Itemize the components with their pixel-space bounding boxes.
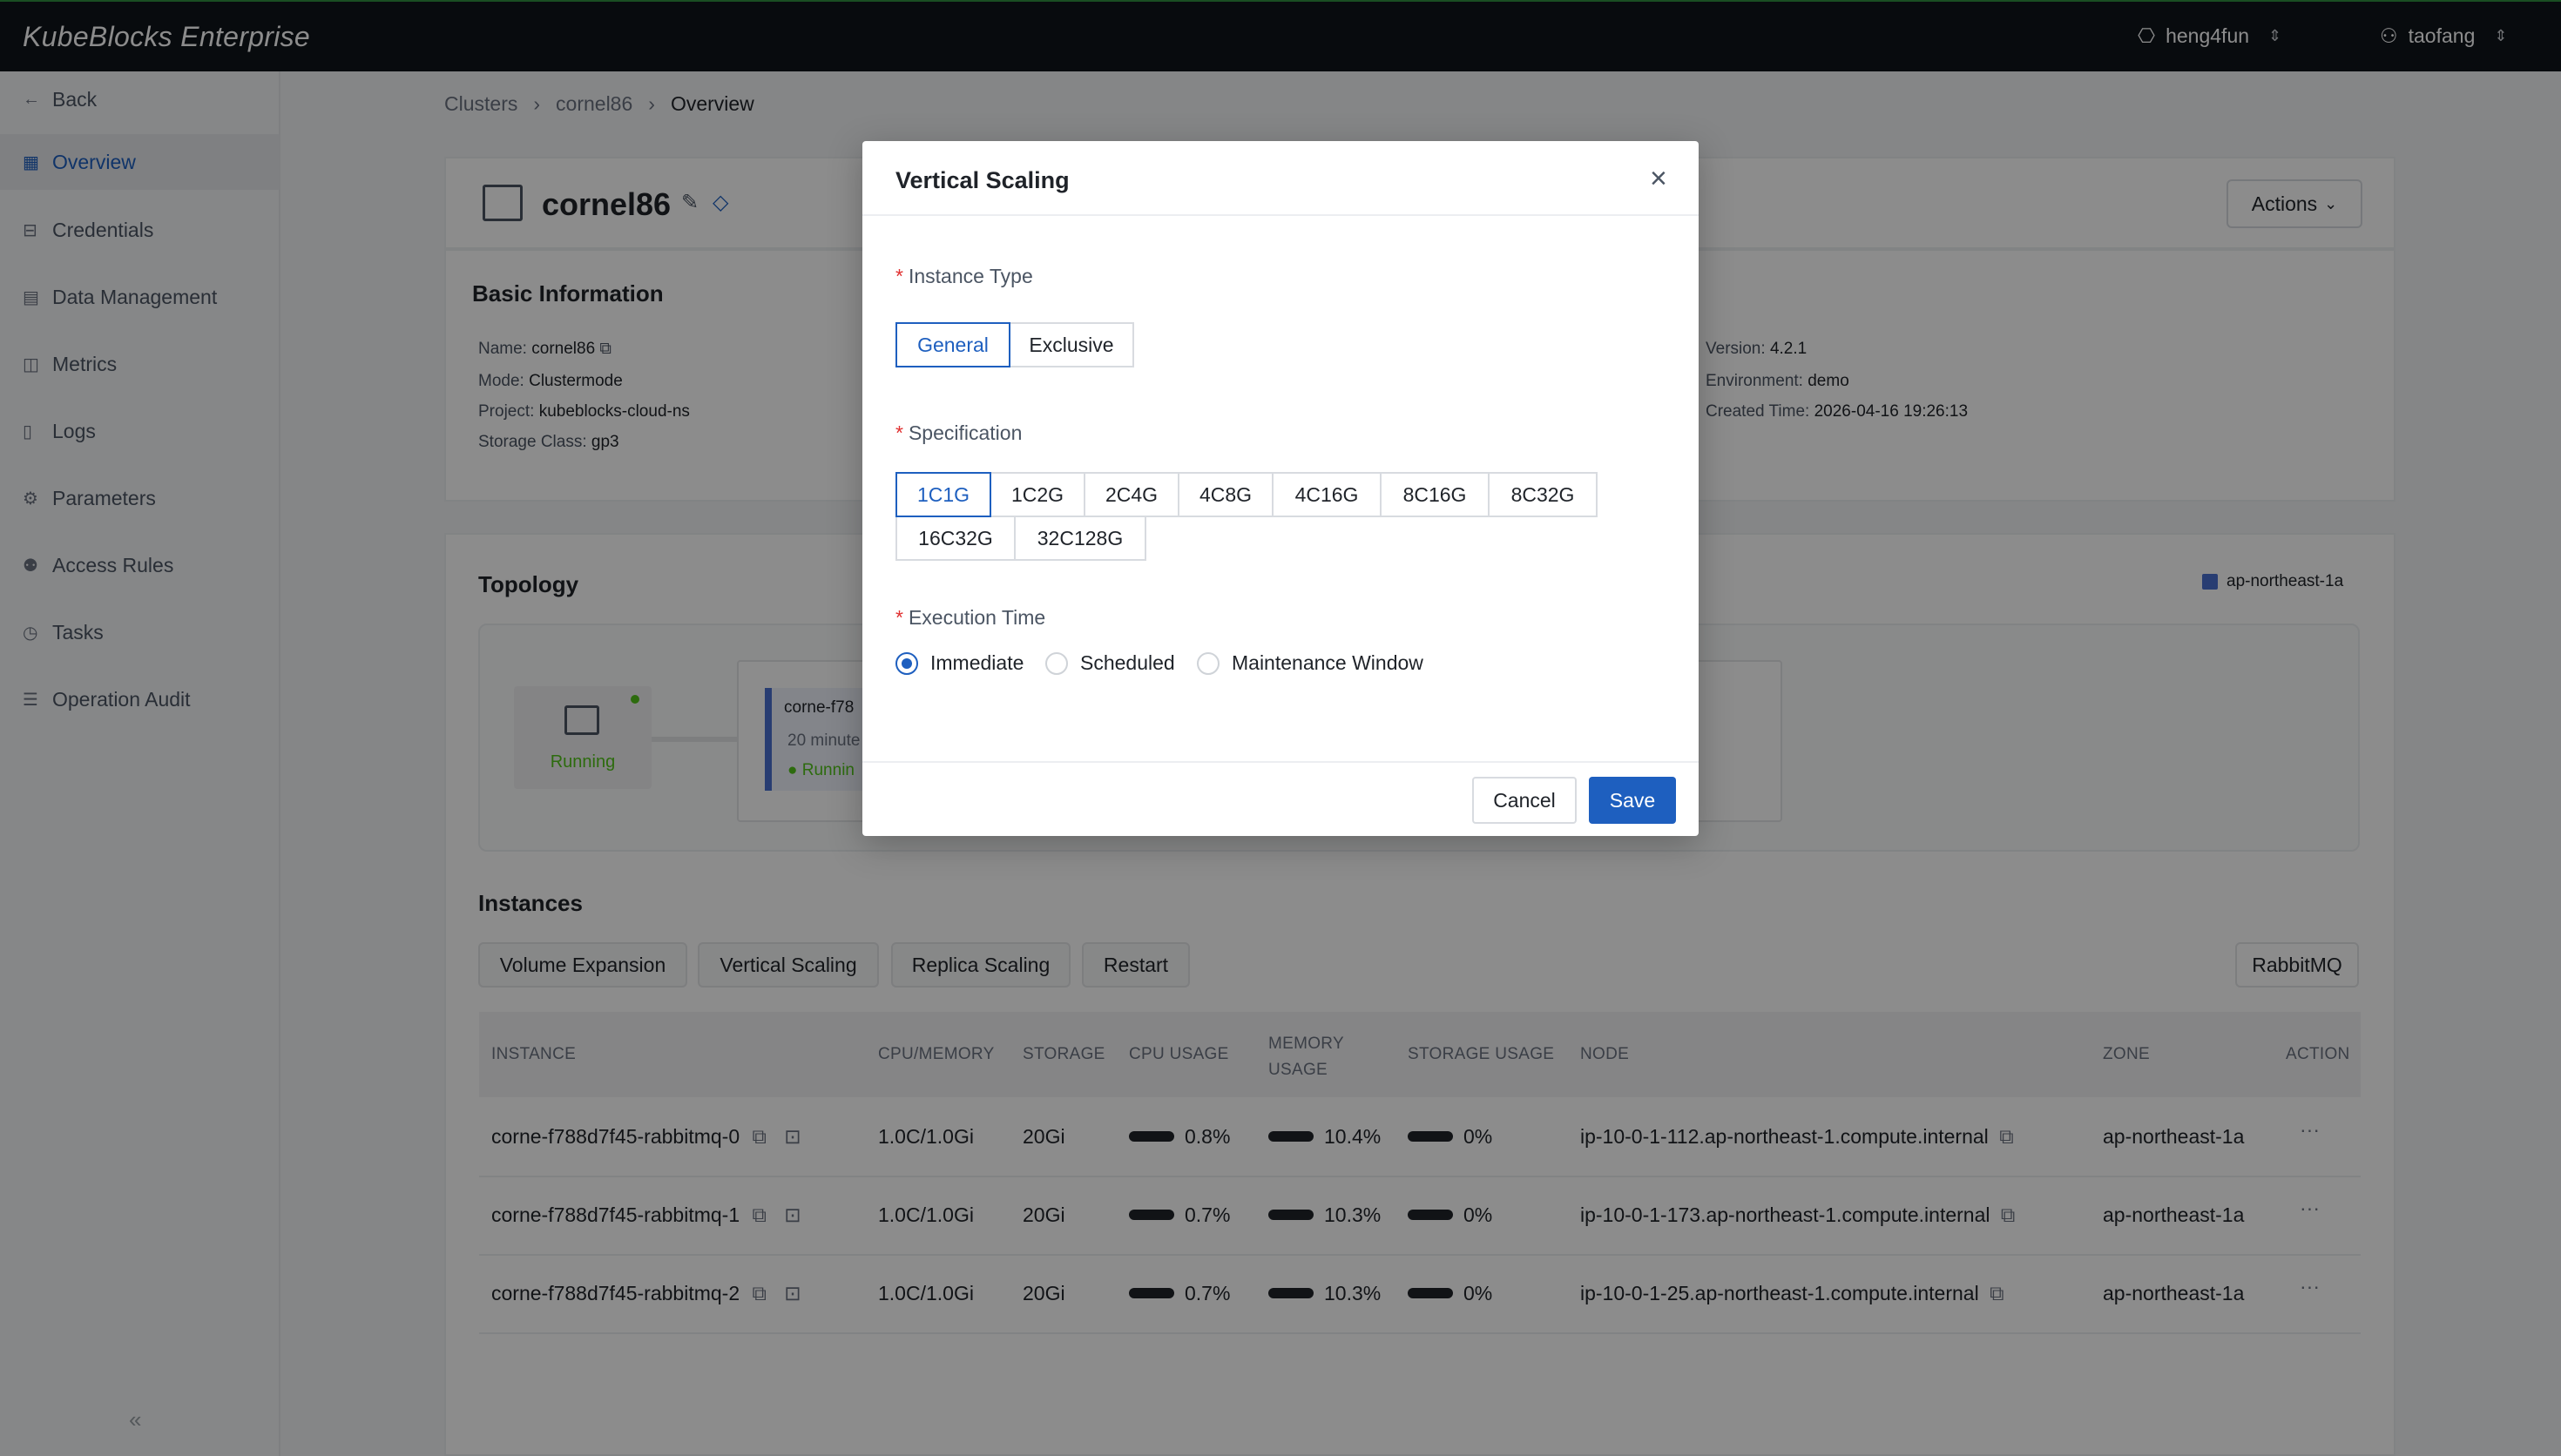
radio-label: Immediate [930, 651, 1024, 674]
execution-immediate-radio[interactable]: Immediate [895, 651, 1024, 675]
radio-label: Scheduled [1080, 651, 1175, 674]
radio-label: Maintenance Window [1232, 651, 1423, 674]
spec-option[interactable]: 32C128G [1014, 516, 1146, 561]
modal-footer-divider [862, 761, 1699, 763]
radio-selected-icon [895, 651, 918, 675]
spec-option[interactable]: 8C32G [1488, 472, 1598, 517]
cancel-button[interactable]: Cancel [1472, 777, 1577, 824]
execution-time-label-text: Execution Time [908, 606, 1046, 629]
spec-option[interactable]: 4C8G [1178, 472, 1274, 517]
spec-option[interactable]: 2C4G [1084, 472, 1179, 517]
close-icon[interactable]: × [1650, 162, 1667, 196]
instance-type-exclusive[interactable]: Exclusive [1009, 322, 1134, 367]
instance-type-label-text: Instance Type [908, 265, 1033, 287]
required-mark: * [895, 606, 903, 629]
modal-header-divider [862, 214, 1699, 216]
spec-option[interactable]: 16C32G [895, 516, 1016, 561]
instance-type-label: * Instance Type [895, 265, 1033, 288]
modal-title: Vertical Scaling [895, 167, 1070, 193]
specification-label-text: Specification [908, 421, 1023, 444]
radio-icon [1197, 651, 1220, 675]
save-button[interactable]: Save [1589, 777, 1676, 824]
spec-option[interactable]: 8C16G [1380, 472, 1490, 517]
execution-time-label: * Execution Time [895, 606, 1045, 630]
execution-maintenance-radio[interactable]: Maintenance Window [1197, 651, 1423, 675]
required-mark: * [895, 421, 903, 444]
radio-icon [1045, 651, 1068, 675]
required-mark: * [895, 265, 903, 287]
execution-scheduled-radio[interactable]: Scheduled [1045, 651, 1175, 675]
vertical-scaling-modal: Vertical Scaling × * Instance Type Genera… [862, 141, 1699, 836]
instance-type-general[interactable]: General [895, 322, 1010, 367]
specification-label: * Specification [895, 421, 1022, 445]
spec-option[interactable]: 1C1G [895, 472, 991, 517]
spec-option[interactable]: 1C2G [990, 472, 1085, 517]
spec-option[interactable]: 4C16G [1272, 472, 1382, 517]
